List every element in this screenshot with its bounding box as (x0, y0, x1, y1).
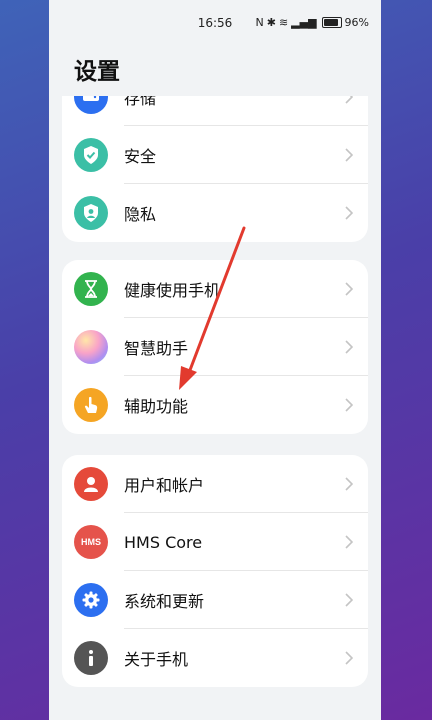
settings-item-label: 安全 (124, 147, 157, 166)
bluetooth-icon: ✱ (266, 16, 276, 29)
gear-icon (74, 583, 108, 617)
hourglass-icon (74, 272, 108, 306)
settings-item-accessibility[interactable]: 辅助功能 (62, 376, 368, 434)
hand-tap-icon (74, 388, 108, 422)
privacy-shield-icon (74, 196, 108, 230)
storage-icon (74, 96, 108, 114)
settings-screen: 16:56 N ✱ ≋ ▂▄▆ 96% 设置 存储 安全 隐私 健康使用手机 智… (49, 0, 381, 720)
settings-item-label: 辅助功能 (124, 397, 189, 416)
settings-group-1: 存储 安全 隐私 (62, 96, 368, 242)
chevron-right-icon (342, 340, 356, 354)
chevron-right-icon (342, 593, 356, 607)
settings-item-label: HMS Core (124, 532, 203, 552)
hms-icon-text: HMS (81, 537, 101, 547)
chevron-right-icon (342, 206, 356, 220)
user-icon (74, 467, 108, 501)
chevron-right-icon (342, 282, 356, 296)
settings-item-security[interactable]: 安全 (62, 126, 368, 184)
settings-group-2: 健康使用手机 智慧助手 辅助功能 (62, 260, 368, 434)
settings-item-storage[interactable]: 存储 (62, 96, 368, 126)
settings-list[interactable]: 存储 安全 隐私 健康使用手机 智慧助手 辅助功能 用户和帐户 HMS HMS … (49, 96, 381, 720)
settings-item-system-updates[interactable]: 系统和更新 (62, 571, 368, 629)
nfc-icon: N (255, 16, 264, 29)
chevron-right-icon (342, 535, 356, 549)
settings-item-label: 健康使用手机 (124, 281, 221, 300)
signal-icon: ▂▄▆ (291, 16, 317, 29)
settings-item-assistant[interactable]: 智慧助手 (62, 318, 368, 376)
chevron-right-icon (342, 148, 356, 162)
chevron-right-icon (342, 651, 356, 665)
settings-item-label: 存储 (124, 96, 157, 108)
settings-item-label: 用户和帐户 (124, 476, 205, 495)
settings-item-label: 智慧助手 (124, 339, 189, 358)
assistant-orb-icon (74, 330, 108, 364)
chevron-right-icon (342, 477, 356, 491)
shield-check-icon (74, 138, 108, 172)
settings-item-label: 系统和更新 (124, 592, 205, 611)
settings-item-hms-core[interactable]: HMS HMS Core (62, 513, 368, 571)
battery-percent: 96% (344, 16, 369, 29)
battery-icon (321, 17, 342, 28)
settings-item-label: 关于手机 (124, 650, 189, 669)
settings-group-3: 用户和帐户 HMS HMS Core 系统和更新 关于手机 (62, 455, 368, 687)
status-bar: 16:56 N ✱ ≋ ▂▄▆ 96% (49, 0, 381, 46)
page-title: 设置 (74, 59, 120, 85)
settings-item-about-phone[interactable]: 关于手机 (62, 629, 368, 687)
hms-icon: HMS (74, 525, 108, 559)
status-icons: N ✱ ≋ ▂▄▆ 96% (255, 16, 369, 29)
chevron-right-icon (342, 96, 356, 104)
settings-item-users-accounts[interactable]: 用户和帐户 (62, 455, 368, 513)
settings-item-digital-balance[interactable]: 健康使用手机 (62, 260, 368, 318)
settings-item-privacy[interactable]: 隐私 (62, 184, 368, 242)
chevron-right-icon (342, 398, 356, 412)
wifi-icon: ≋ (278, 16, 289, 29)
settings-item-label: 隐私 (124, 205, 157, 224)
info-icon (74, 641, 108, 675)
